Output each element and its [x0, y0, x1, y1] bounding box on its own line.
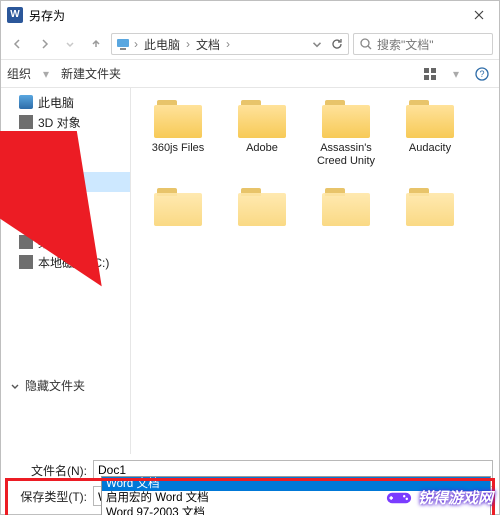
new-folder-button[interactable]: 新建文件夹 — [61, 65, 121, 82]
hide-folders-toggle[interactable]: 隐藏文件夹 — [9, 377, 85, 394]
sidebar-item-label: 下载 — [38, 194, 62, 211]
breadcrumb-pc[interactable]: 此电脑 — [142, 36, 182, 53]
arrow-up-icon — [90, 38, 102, 50]
svg-text:?: ? — [479, 69, 484, 79]
sidebar: 此电脑 3D 对象视频图片文档下载音乐桌面本地磁盘 (C:) — [1, 88, 131, 454]
doc-icon — [19, 175, 33, 189]
filename-label: 文件名(N): — [1, 462, 93, 479]
folder-item[interactable]: 360js Files — [137, 98, 219, 176]
folder-item[interactable] — [389, 186, 471, 264]
chevron-down-icon — [64, 38, 76, 50]
sidebar-item-label: 此电脑 — [38, 94, 74, 111]
monitor-icon — [19, 95, 33, 109]
separator-icon: › — [224, 37, 232, 51]
gamepad-icon — [386, 489, 412, 507]
folder-icon — [404, 98, 456, 140]
sidebar-item-label: 音乐 — [38, 214, 62, 231]
breadcrumb-documents[interactable]: 文档 — [194, 36, 222, 53]
desktop-icon — [19, 235, 33, 249]
sidebar-item-down[interactable]: 下载 — [1, 192, 130, 212]
sidebar-item-hdd[interactable]: 本地磁盘 (C:) — [1, 252, 130, 272]
music-icon — [19, 215, 33, 229]
address-bar[interactable]: › 此电脑 › 文档 › — [111, 33, 349, 55]
close-icon — [474, 10, 484, 20]
folder-item[interactable] — [221, 186, 303, 264]
sidebar-item-monitor[interactable]: 此电脑 — [1, 92, 130, 112]
folder-item[interactable]: Adobe — [221, 98, 303, 176]
separator-icon: › — [184, 37, 192, 51]
hdd-icon — [19, 255, 33, 269]
folder-item[interactable]: Assassin's Creed Unity — [305, 98, 387, 176]
arrow-right-icon — [38, 38, 50, 50]
filetype-label: 保存类型(T): — [1, 488, 93, 505]
sidebar-item-label: 文档 — [38, 174, 62, 191]
folder-item[interactable]: Audacity — [389, 98, 471, 176]
sidebar-item-label: 本地磁盘 (C:) — [38, 254, 109, 271]
sidebar-item-music[interactable]: 音乐 — [1, 212, 130, 232]
help-icon: ? — [475, 67, 489, 81]
view-options-button[interactable] — [419, 63, 441, 85]
search-icon — [359, 37, 373, 51]
sidebar-item-desktop[interactable]: 桌面 — [1, 232, 130, 252]
folder-label: Adobe — [223, 142, 301, 155]
forward-button[interactable] — [33, 33, 55, 55]
picture-icon — [19, 155, 33, 169]
view-icon — [423, 67, 437, 81]
sidebar-item-doc[interactable]: 文档 — [1, 172, 130, 192]
pc-icon — [116, 37, 130, 51]
organize-menu[interactable]: 组织 — [7, 65, 31, 82]
search-input[interactable]: 搜索"文档" — [353, 33, 493, 55]
close-button[interactable] — [463, 4, 495, 26]
window-title: 另存为 — [29, 7, 463, 24]
folder-icon — [152, 186, 204, 228]
folder-item[interactable] — [137, 186, 219, 264]
arrow-left-icon — [12, 38, 24, 50]
back-button[interactable] — [7, 33, 29, 55]
folder-item[interactable] — [305, 186, 387, 264]
down-icon — [19, 195, 33, 209]
folder-icon — [404, 186, 456, 228]
film-icon — [19, 135, 33, 149]
folder-label: Assassin's Creed Unity — [307, 142, 385, 167]
chevron-down-icon — [9, 380, 21, 392]
recent-locations-button[interactable] — [59, 33, 81, 55]
word-app-icon: W — [7, 7, 23, 23]
sidebar-item-film[interactable]: 视频 — [1, 132, 130, 152]
watermark: 锐得游戏网 — [386, 487, 493, 508]
cube-icon — [19, 115, 33, 129]
folder-label: Audacity — [391, 142, 469, 155]
folder-icon — [320, 98, 372, 140]
folder-icon — [320, 186, 372, 228]
separator-icon: › — [132, 37, 140, 51]
folder-icon — [236, 186, 288, 228]
folder-icon — [236, 98, 288, 140]
search-placeholder: 搜索"文档" — [377, 36, 434, 53]
sidebar-item-label: 桌面 — [38, 234, 62, 251]
sidebar-item-cube[interactable]: 3D 对象 — [1, 112, 130, 132]
up-button[interactable] — [85, 33, 107, 55]
sidebar-item-label: 图片 — [38, 154, 62, 171]
folder-icon — [152, 98, 204, 140]
help-button[interactable]: ? — [471, 63, 493, 85]
sidebar-item-picture[interactable]: 图片 — [1, 152, 130, 172]
refresh-icon[interactable] — [330, 37, 344, 51]
sidebar-item-label: 视频 — [38, 134, 62, 151]
sidebar-item-label: 3D 对象 — [38, 114, 81, 131]
chevron-down-icon — [310, 37, 324, 51]
folder-label: 360js Files — [139, 142, 217, 155]
